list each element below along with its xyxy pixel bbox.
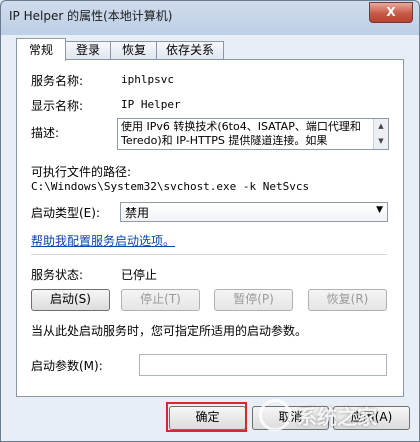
- general-panel: 服务名称: iphlpsvc 显示名称: IP Helper 描述: 使用 IP…: [16, 59, 404, 397]
- display-name-value: IP Helper: [121, 98, 181, 111]
- startup-params-input[interactable]: [139, 354, 387, 376]
- pause-button[interactable]: 暂停(P): [214, 289, 293, 311]
- start-button[interactable]: 启动(S): [31, 289, 110, 311]
- help-config-link[interactable]: 帮助我配置服务启动选项。: [31, 232, 175, 249]
- startup-type-label: 启动类型(E):: [31, 206, 100, 220]
- startup-type-select[interactable]: 禁用 ▼: [120, 202, 388, 222]
- stop-button[interactable]: 停止(T): [121, 289, 200, 311]
- exe-path-value: C:\Windows\System32\svchost.exe -k NetSv…: [31, 180, 310, 193]
- service-name-label: 服务名称:: [31, 74, 84, 88]
- startup-params-hint: 当从此处启动服务时，您可指定所适用的启动参数。: [31, 324, 308, 338]
- startup-type-value: 禁用: [125, 206, 150, 220]
- display-name-label: 显示名称:: [31, 99, 84, 113]
- service-status-label: 服务状态:: [31, 268, 84, 282]
- description-label: 描述:: [31, 126, 60, 140]
- watermark: 系统之家: [297, 405, 377, 429]
- tab-logon[interactable]: 登录: [64, 41, 112, 60]
- title-bar[interactable]: IP Helper 的属性(本地计算机) X: [1, 1, 419, 31]
- tab-recovery[interactable]: 恢复: [110, 41, 158, 60]
- chevron-down-icon: ▼: [376, 205, 383, 215]
- service-name-value: iphlpsvc: [121, 73, 174, 86]
- window-title: IP Helper 的属性(本地计算机): [9, 9, 173, 23]
- properties-window: IP Helper 的属性(本地计算机) X 常规 登录 恢复 依存关系 服务名…: [0, 0, 420, 442]
- description-box[interactable]: 使用 IPv6 转换技术(6to4、ISATAP、端口代理和 Teredo)和 …: [117, 118, 389, 150]
- close-button[interactable]: X: [369, 2, 413, 23]
- close-icon: X: [386, 5, 396, 19]
- exe-path-label: 可执行文件的路径:: [31, 165, 132, 179]
- ok-button-highlight: [166, 402, 247, 432]
- startup-params-label: 启动参数(M):: [31, 359, 103, 373]
- tab-dependencies[interactable]: 依存关系: [156, 41, 224, 60]
- tab-general[interactable]: 常规: [16, 38, 66, 61]
- scroll-up-icon[interactable]: ▲: [375, 120, 387, 133]
- resume-button[interactable]: 恢复(R): [308, 289, 387, 311]
- description-scrollbar[interactable]: ▲ ▼: [373, 119, 388, 149]
- service-status-value: 已停止: [121, 268, 158, 282]
- divider: [31, 254, 387, 255]
- description-text: 使用 IPv6 转换技术(6to4、ISATAP、端口代理和 Teredo)和 …: [121, 120, 361, 147]
- scroll-down-icon[interactable]: ▼: [375, 135, 387, 148]
